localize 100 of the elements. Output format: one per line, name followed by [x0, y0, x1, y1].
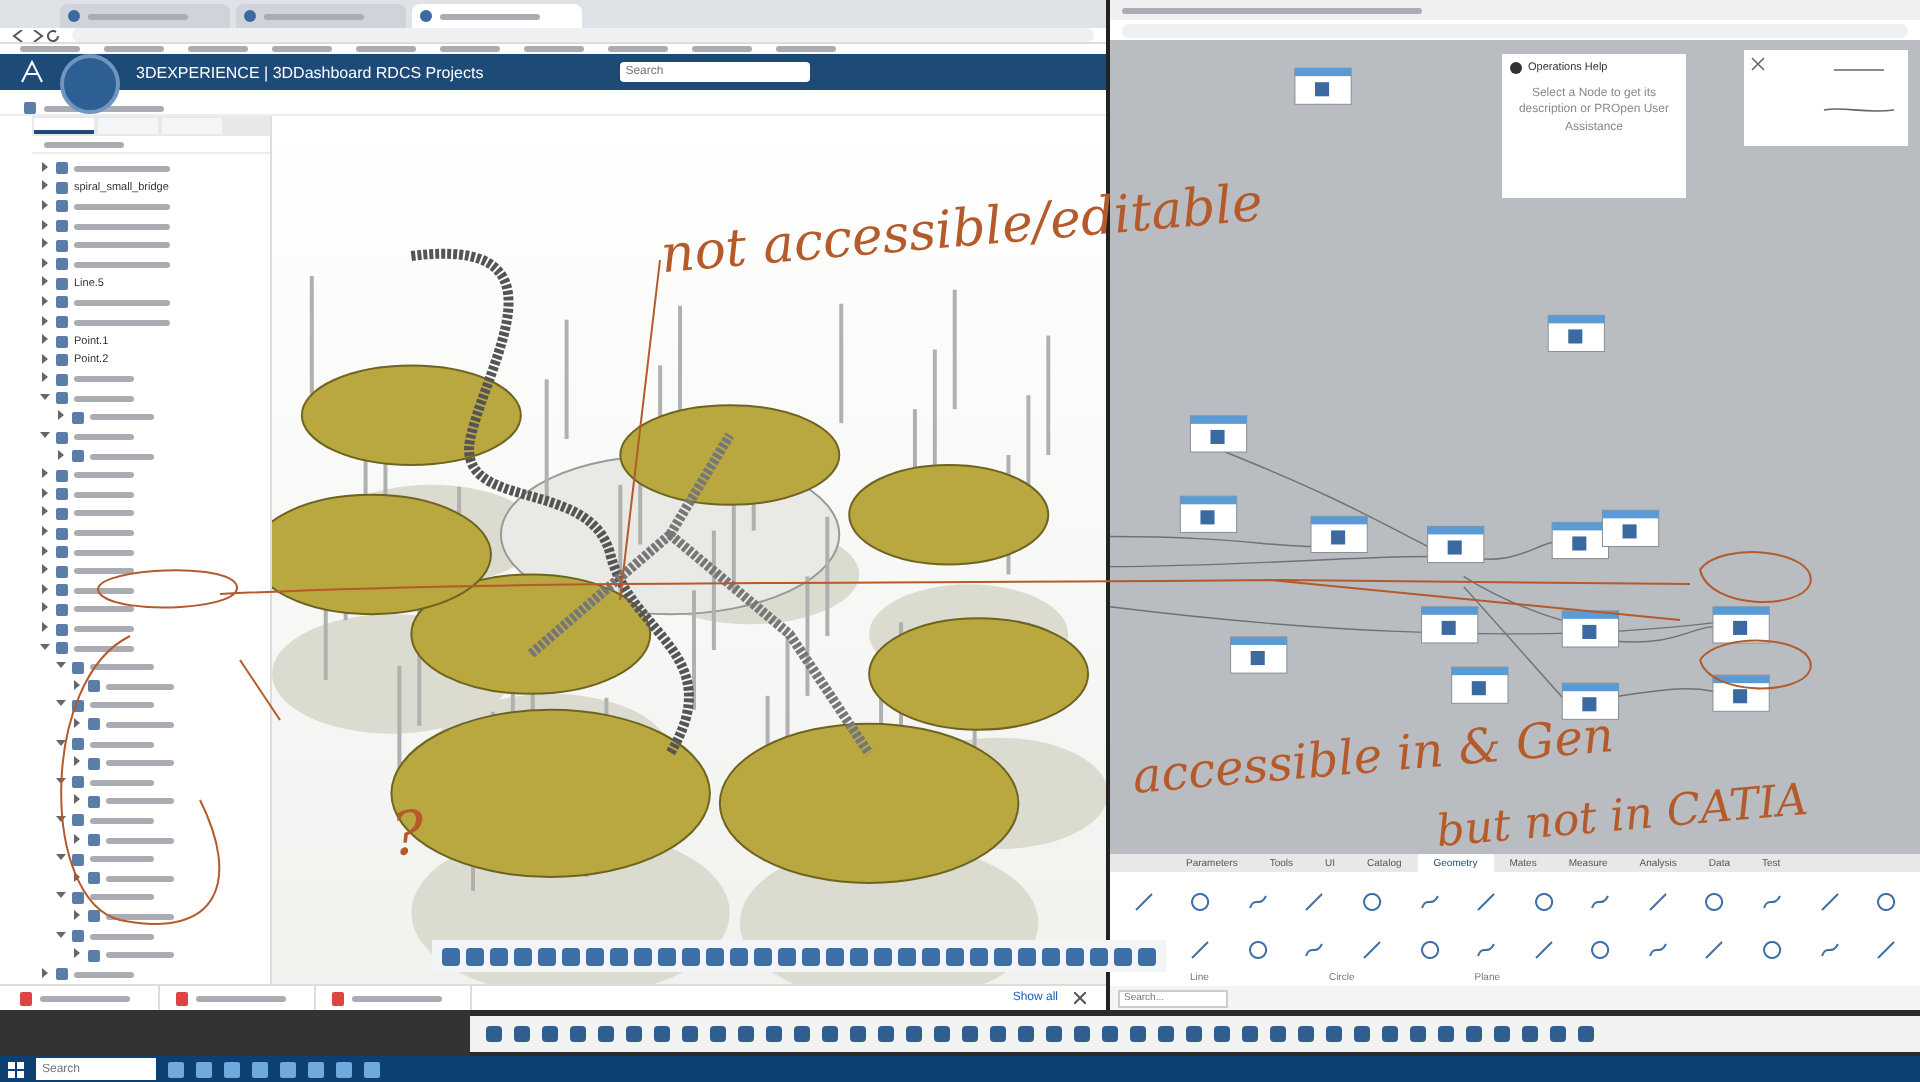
node-icon: [72, 661, 84, 674]
pdf-file-icon: [176, 991, 188, 1005]
expand-caret-icon[interactable]: [40, 315, 50, 330]
expand-caret-icon[interactable]: [72, 756, 82, 771]
node-icon: [56, 162, 68, 175]
graph-node[interactable]: [1561, 682, 1619, 720]
geometry-command-icon[interactable]: [1704, 891, 1725, 911]
expand-caret-icon[interactable]: [40, 583, 50, 598]
geometry-command-icon[interactable]: [1190, 891, 1211, 911]
node-icon: [56, 220, 68, 233]
geometry-command-icon[interactable]: [1362, 939, 1383, 959]
expand-caret-icon[interactable]: [40, 199, 50, 214]
expand-caret-icon[interactable]: [40, 180, 50, 195]
geometry-command-icon[interactable]: [1704, 939, 1725, 959]
graph-node[interactable]: [1547, 314, 1605, 353]
geometry-command-icon[interactable]: [1419, 939, 1440, 959]
graph-node[interactable]: [1230, 636, 1288, 674]
expand-caret-icon[interactable]: [40, 468, 50, 483]
expand-caret-icon[interactable]: [72, 871, 82, 886]
graph-node[interactable]: [1601, 509, 1660, 547]
graph-node[interactable]: [1310, 515, 1368, 553]
graph-node[interactable]: [1561, 610, 1619, 648]
expand-caret-icon[interactable]: [72, 909, 82, 924]
node-icon: [88, 757, 100, 770]
geometry-command-icon[interactable]: [1362, 891, 1383, 911]
geometry-command-icon[interactable]: [1476, 891, 1497, 911]
geometry-command-icon[interactable]: [1533, 939, 1554, 959]
browser-tab[interactable]: [236, 4, 406, 28]
expand-caret-icon[interactable]: [40, 545, 50, 560]
expand-caret-icon[interactable]: [40, 526, 50, 541]
expand-caret-icon[interactable]: [72, 948, 82, 963]
graph-node[interactable]: [1427, 525, 1485, 564]
expand-caret-icon[interactable]: [40, 257, 50, 272]
geometry-command-icon[interactable]: [1876, 891, 1897, 911]
graph-node[interactable]: [1421, 606, 1479, 644]
expand-caret-icon[interactable]: [40, 372, 50, 387]
expand-caret-icon[interactable]: [40, 295, 50, 310]
geometry-command-icon[interactable]: [1819, 939, 1840, 959]
browser-tab[interactable]: [60, 4, 230, 28]
expand-caret-icon[interactable]: [56, 449, 66, 464]
expand-caret-icon[interactable]: [40, 487, 50, 502]
geometry-command-icon[interactable]: [1533, 891, 1554, 911]
graph-node[interactable]: [1712, 674, 1770, 712]
geometry-command-icon[interactable]: [1590, 891, 1611, 911]
expand-caret-icon[interactable]: [72, 794, 82, 809]
tree-item[interactable]: [74, 568, 134, 575]
node-icon: [56, 258, 68, 271]
expand-caret-icon[interactable]: [40, 353, 50, 368]
geometry-command-icon[interactable]: [1590, 939, 1611, 959]
graph-node[interactable]: [1189, 415, 1248, 453]
node-icon: [72, 450, 84, 463]
expand-caret-icon[interactable]: [56, 410, 66, 425]
expand-caret-icon[interactable]: [40, 564, 50, 579]
graph-node[interactable]: [1179, 495, 1238, 533]
node-icon: [56, 392, 68, 405]
close-icon: [1074, 992, 1086, 1004]
geometry-command-icon[interactable]: [1762, 939, 1783, 959]
geometry-command-icon[interactable]: [1476, 939, 1497, 959]
geometry-command-icon[interactable]: [1304, 891, 1325, 911]
node-icon: [56, 296, 68, 309]
geometry-command-icon[interactable]: [1876, 939, 1897, 959]
geometry-command-icon[interactable]: [1304, 939, 1325, 959]
geometry-command-icon[interactable]: [1247, 891, 1268, 911]
expand-caret-icon[interactable]: [40, 506, 50, 521]
geometry-command-icon[interactable]: [1647, 891, 1668, 911]
compass-icon[interactable]: [60, 54, 120, 115]
graph-node[interactable]: [1294, 67, 1352, 105]
expand-caret-icon[interactable]: [40, 622, 50, 637]
geometry-command-icon[interactable]: [1133, 891, 1154, 911]
node-icon: [72, 411, 84, 424]
geometry-command-icon[interactable]: [1190, 939, 1211, 959]
expand-caret-icon[interactable]: [40, 967, 50, 982]
expand-caret-icon[interactable]: [40, 161, 50, 176]
geometry-command-icon[interactable]: [1819, 891, 1840, 911]
node-icon: [72, 738, 84, 751]
node-icon: [56, 623, 68, 636]
tree-item[interactable]: [74, 645, 134, 652]
expand-caret-icon[interactable]: [72, 717, 82, 732]
expand-caret-icon[interactable]: [40, 334, 50, 349]
tree-item[interactable]: [74, 587, 134, 594]
geometry-command-icon[interactable]: [1647, 939, 1668, 959]
expand-caret-icon[interactable]: [40, 219, 50, 234]
graph-node[interactable]: [1712, 606, 1770, 644]
expand-caret-icon[interactable]: [40, 602, 50, 617]
expand-caret-icon[interactable]: [40, 238, 50, 253]
graph-node[interactable]: [1451, 666, 1509, 704]
graph-node[interactable]: [1551, 521, 1609, 560]
browser-tab[interactable]: [412, 4, 582, 28]
expand-caret-icon[interactable]: [72, 679, 82, 694]
tree-item[interactable]: [90, 664, 154, 671]
geometry-command-icon[interactable]: [1419, 891, 1440, 911]
node-icon: [88, 949, 100, 962]
geometry-command-icon[interactable]: [1762, 891, 1783, 911]
expand-caret-icon[interactable]: [72, 833, 82, 848]
geometry-command-icon[interactable]: [1247, 939, 1268, 959]
panel-tab[interactable]: [34, 118, 94, 135]
expand-caret-icon[interactable]: [40, 276, 50, 291]
windows-start-icon: [8, 1061, 24, 1077]
node-icon: [56, 527, 68, 540]
tree-item[interactable]: [106, 913, 174, 920]
